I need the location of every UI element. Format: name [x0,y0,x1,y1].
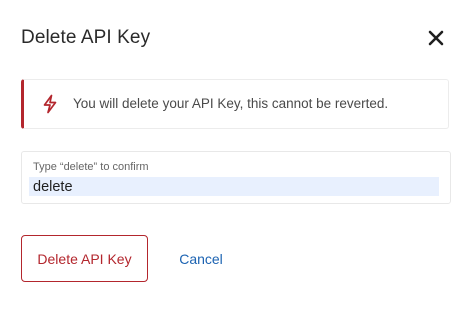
confirm-delete-input[interactable] [29,177,439,196]
delete-api-key-button[interactable]: Delete API Key [21,235,148,282]
close-button[interactable] [424,26,448,50]
dialog-title: Delete API Key [21,27,151,48]
confirm-field-label: Type “delete” to confirm [33,161,149,173]
warning-alert: You will delete your API Key, this canno… [21,79,449,129]
delete-api-key-dialog: Delete API Key You will delete your API … [0,0,474,335]
cancel-button[interactable]: Cancel [163,235,239,282]
close-icon [428,30,444,46]
lightning-icon [43,94,57,114]
confirm-delete-field[interactable]: Type “delete” to confirm [21,151,451,204]
warning-message: You will delete your API Key, this canno… [73,96,389,111]
